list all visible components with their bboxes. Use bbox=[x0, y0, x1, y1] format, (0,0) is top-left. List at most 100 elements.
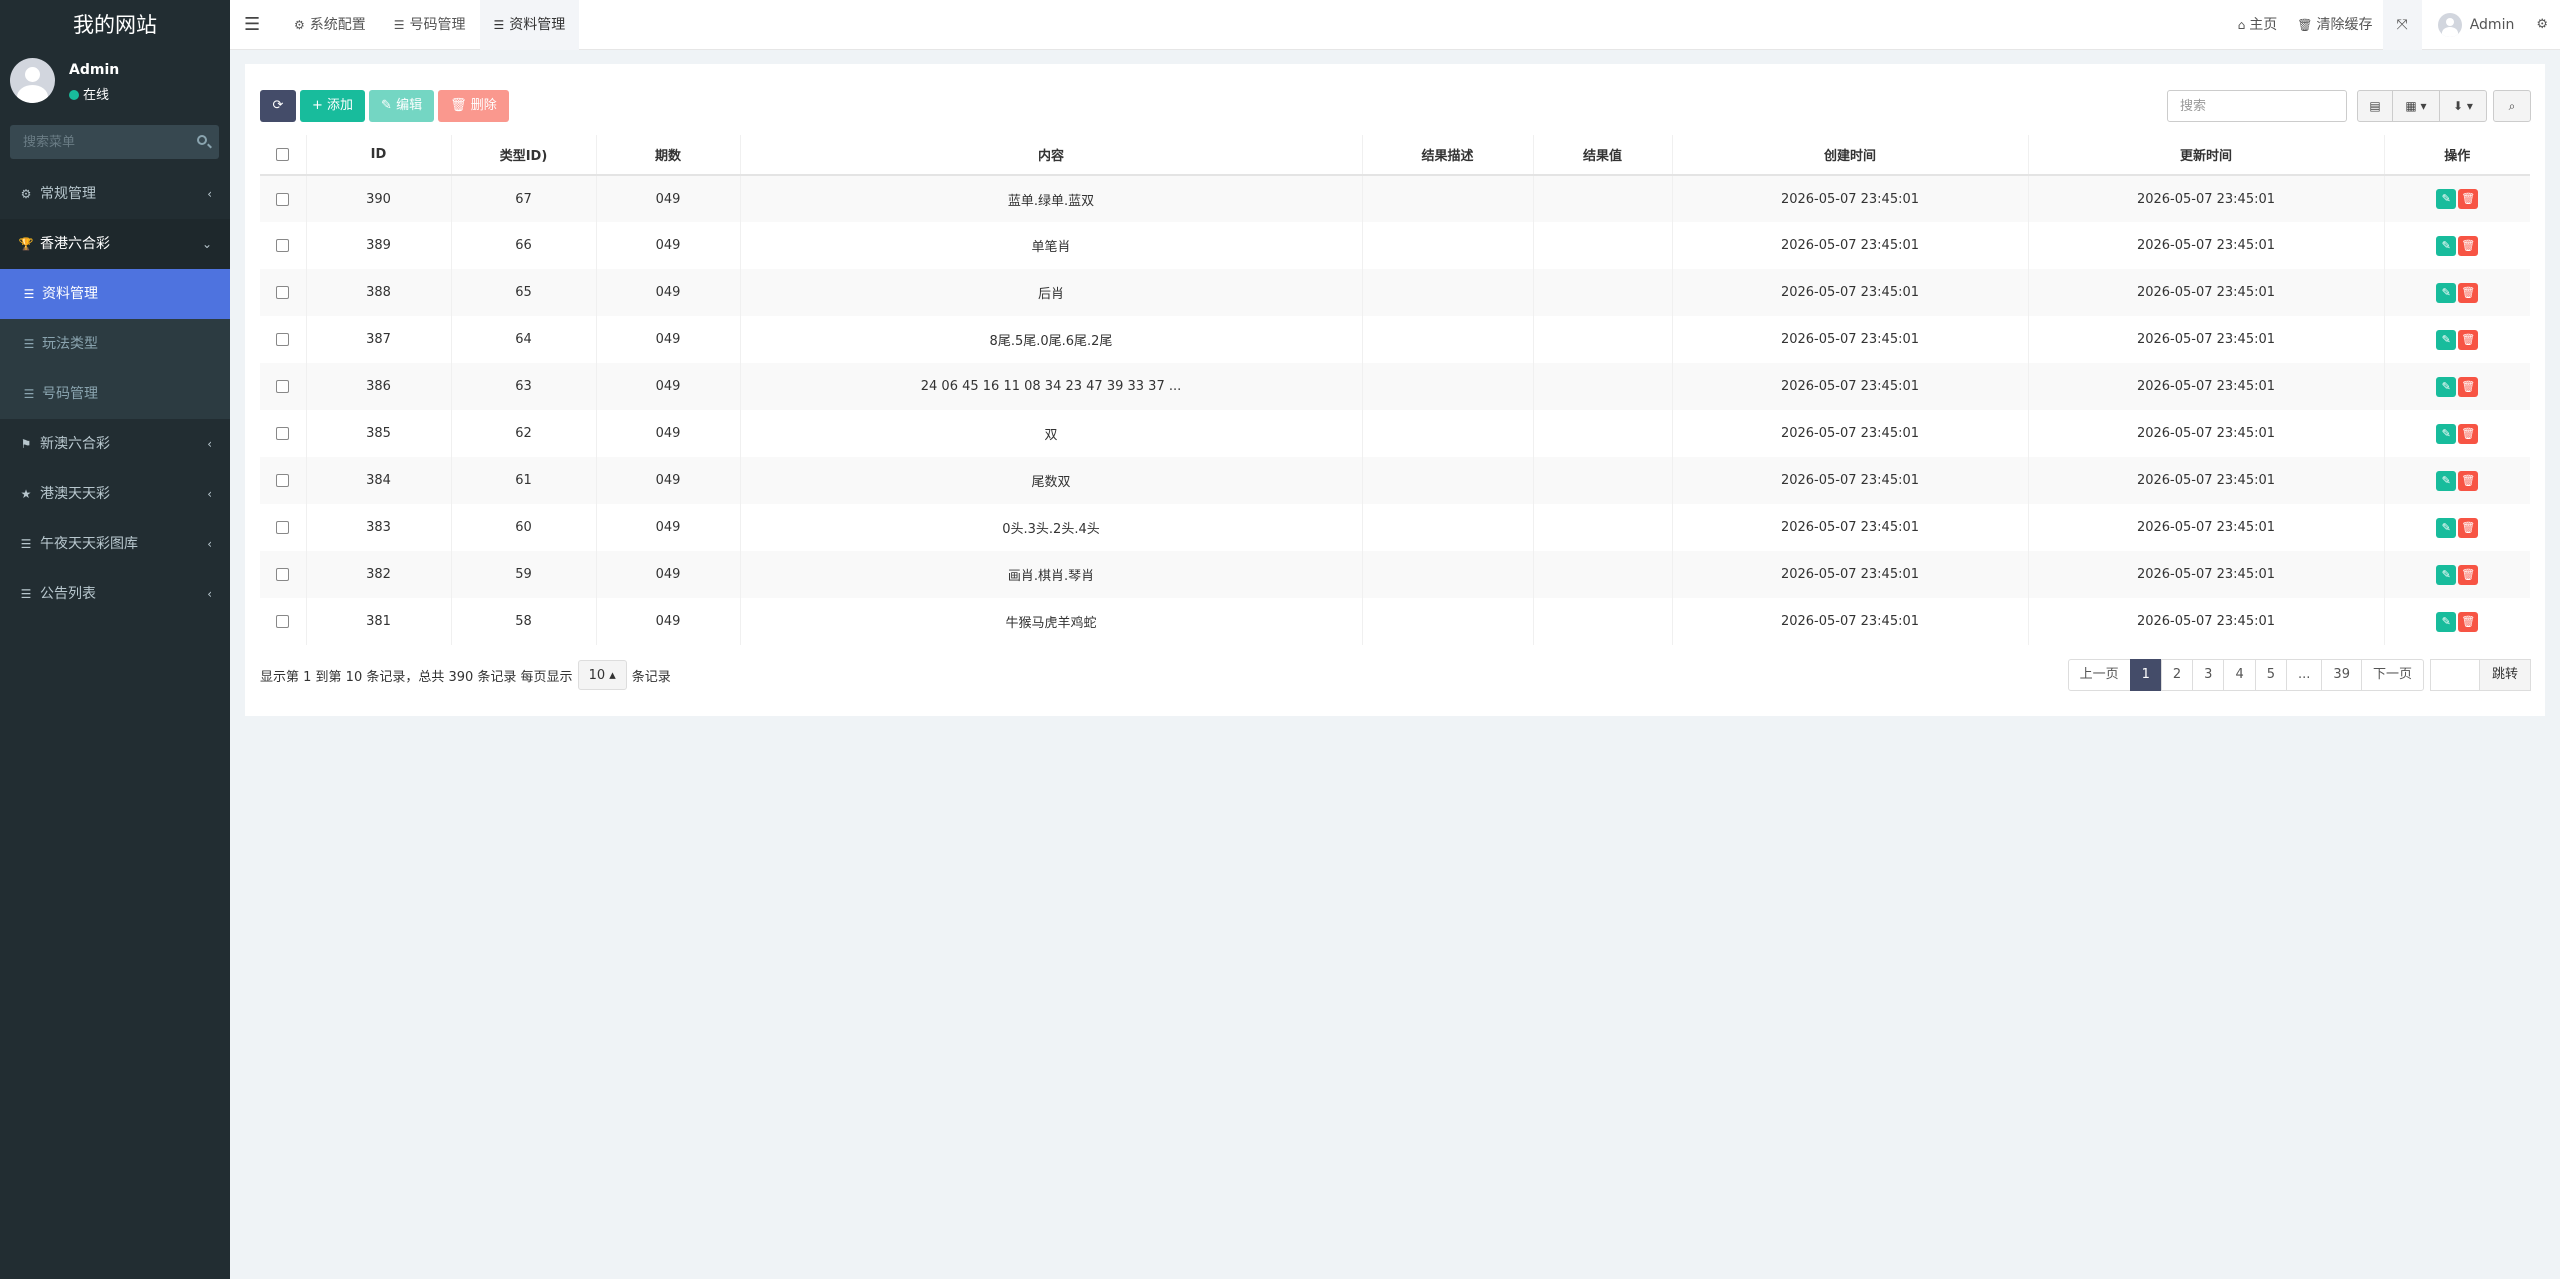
table-row[interactable]: 390 67 049 蓝单.绿单.蓝双 2026-05-07 23:45:01 2026-… bbox=[260, 175, 2530, 222]
row-delete-icon[interactable]: 🗑 bbox=[2458, 189, 2479, 209]
row-delete-icon[interactable]: 🗑 bbox=[2458, 470, 2479, 491]
row-delete-icon[interactable]: 🗑 bbox=[2458, 564, 2479, 585]
add-button[interactable]: + 添加 bbox=[300, 90, 366, 122]
table-row[interactable]: 382 59 049 画肖.棋肖.琴肖 2026-05-07 23:45:01 2026-… bbox=[260, 551, 2530, 598]
row-edit-icon[interactable]: ✎ bbox=[2436, 189, 2457, 209]
page-button[interactable]: 1 bbox=[2129, 659, 2162, 691]
page-button[interactable]: 2 bbox=[2160, 659, 2194, 691]
tab-system-config[interactable]: ⚙ 系统配置 bbox=[280, 0, 380, 50]
sidebar-search-input[interactable] bbox=[10, 125, 219, 159]
row-delete-icon[interactable]: 🗑 bbox=[2458, 611, 2479, 632]
row-edit-icon[interactable]: ✎ bbox=[2436, 282, 2457, 303]
settings-button[interactable]: ⚙ bbox=[2530, 0, 2560, 50]
table-row[interactable]: 387 64 049 8尾.5尾.0尾.6尾.2尾 2026-05-07 23:45:0… bbox=[260, 316, 2530, 363]
col-header[interactable]: 更新时间 bbox=[2027, 135, 2384, 176]
table-search-input[interactable] bbox=[2167, 90, 2347, 122]
row-actions: ✎ 🗑 bbox=[2383, 175, 2530, 222]
row-delete-icon[interactable]: 🗑 bbox=[2458, 517, 2479, 538]
row-checkbox[interactable] bbox=[276, 568, 290, 581]
row-edit-icon[interactable]: ✎ bbox=[2436, 376, 2457, 397]
row-checkbox[interactable] bbox=[276, 286, 290, 299]
col-header[interactable]: 创建时间 bbox=[1671, 135, 2028, 176]
row-checkbox[interactable] bbox=[276, 615, 290, 628]
advanced-search-button[interactable]: ⌕ bbox=[2493, 90, 2531, 122]
toggle-card-view-button[interactable]: ▤ bbox=[2357, 90, 2393, 122]
table-row[interactable]: 388 65 049 后肖 2026-05-07 23:45:01 2026-05-07 … bbox=[260, 269, 2530, 316]
table-row[interactable]: 383 60 049 0头.3头.2头.4头 2026-05-07 23:45:01 20… bbox=[260, 504, 2530, 551]
select-all-checkbox[interactable] bbox=[276, 148, 290, 161]
row-checkbox[interactable] bbox=[276, 380, 290, 393]
col-header[interactable]: 内容 bbox=[739, 135, 1362, 176]
home-link[interactable]: ⌂ 主页 bbox=[2228, 0, 2288, 50]
page-button[interactable]: 39 bbox=[2321, 659, 2362, 691]
search-icon[interactable] bbox=[197, 135, 207, 145]
col-header[interactable]: 结果值 bbox=[1532, 135, 1672, 176]
tab-data-manage[interactable]: ☰ 资料管理 bbox=[479, 0, 580, 50]
row-delete-icon[interactable]: 🗑 bbox=[2458, 329, 2479, 350]
sidebar-item-notice[interactable]: ☰ 公告列表 ‹ bbox=[0, 569, 230, 619]
fullscreen-button[interactable]: ⤧ bbox=[2382, 0, 2422, 50]
table-row[interactable]: 381 58 049 牛猴马虎羊鸡蛇 2026-05-07 23:45:01 2026-0… bbox=[260, 598, 2530, 645]
export-dropdown-button[interactable]: ⬇ ▾ bbox=[2439, 90, 2487, 122]
page-button[interactable]: 3 bbox=[2192, 659, 2225, 691]
row-edit-icon[interactable]: ✎ bbox=[2436, 564, 2457, 585]
prev-page-button[interactable]: 上一页 bbox=[2067, 659, 2131, 691]
sidebar-item-hkmacau[interactable]: ★ 港澳天天彩 ‹ bbox=[0, 469, 230, 519]
table-row[interactable]: 384 61 049 尾数双 2026-05-07 23:45:01 2026-05-07… bbox=[260, 457, 2530, 504]
jump-page-input[interactable] bbox=[2429, 659, 2480, 691]
row-checkbox[interactable] bbox=[276, 474, 290, 487]
menu-toggle-icon[interactable]: ☰ bbox=[244, 0, 260, 50]
cell-value bbox=[1532, 457, 1672, 504]
sidebar-item-hk[interactable]: 🏆 香港六合彩 ⌄ bbox=[0, 219, 230, 269]
sidebar-item-macau[interactable]: ⚑ 新澳六合彩 ‹ bbox=[0, 419, 230, 469]
cell-period: 049 bbox=[595, 363, 740, 410]
cell-desc bbox=[1361, 175, 1533, 222]
row-delete-icon[interactable]: 🗑 bbox=[2458, 282, 2479, 303]
row-edit-icon[interactable]: ✎ bbox=[2436, 329, 2457, 350]
row-checkbox[interactable] bbox=[276, 239, 290, 252]
sidebar-item-general[interactable]: ⚙ 常规管理 ‹ bbox=[0, 169, 230, 219]
edit-button[interactable]: ✎ 编辑 bbox=[369, 90, 435, 122]
page-button[interactable]: 5 bbox=[2254, 659, 2288, 691]
sidebar-subitem-number[interactable]: ☰ 号码管理 bbox=[0, 369, 230, 419]
row-edit-icon[interactable]: ✎ bbox=[2436, 611, 2457, 632]
row-delete-icon[interactable]: 🗑 bbox=[2458, 423, 2479, 444]
col-header[interactable]: 期数 bbox=[595, 135, 740, 176]
row-select-cell bbox=[260, 363, 306, 410]
tab-number-manage[interactable]: ☰ 号码管理 bbox=[380, 0, 480, 50]
sidebar-subitem-play-type[interactable]: ☰ 玩法类型 bbox=[0, 319, 230, 369]
home-icon: ⌂ bbox=[2237, 18, 2246, 32]
row-delete-icon[interactable]: 🗑 bbox=[2458, 376, 2479, 397]
row-checkbox[interactable] bbox=[276, 192, 290, 206]
table-row[interactable]: 385 62 049 双 2026-05-07 23:45:01 2026-05-07 2… bbox=[260, 410, 2530, 457]
clear-cache-button[interactable]: 🗑 清除缓存 bbox=[2287, 0, 2382, 50]
row-checkbox[interactable] bbox=[276, 521, 290, 534]
row-checkbox[interactable] bbox=[276, 333, 290, 346]
row-edit-icon[interactable]: ✎ bbox=[2436, 235, 2457, 256]
sidebar-item-midnight[interactable]: ☰ 午夜天天彩图库 ‹ bbox=[0, 519, 230, 569]
row-edit-icon[interactable]: ✎ bbox=[2436, 423, 2457, 444]
user-menu[interactable]: Admin bbox=[2422, 0, 2531, 50]
col-header[interactable]: ID bbox=[305, 135, 451, 176]
page-size-select[interactable]: 10 ▴ bbox=[577, 660, 627, 690]
refresh-button[interactable]: ⟳ bbox=[260, 90, 296, 122]
row-delete-icon[interactable]: 🗑 bbox=[2458, 235, 2479, 256]
columns-dropdown-button[interactable]: ▦ ▾ bbox=[2392, 90, 2440, 122]
next-page-button[interactable]: 下一页 bbox=[2360, 659, 2424, 691]
row-edit-icon[interactable]: ✎ bbox=[2436, 470, 2457, 491]
jump-button[interactable]: 跳转 bbox=[2478, 659, 2531, 691]
row-edit-icon[interactable]: ✎ bbox=[2436, 517, 2457, 538]
table-row[interactable]: 389 66 049 单笔肖 2026-05-07 23:45:01 2026-05-07… bbox=[260, 222, 2530, 269]
cell-content: 蓝单.绿单.蓝双 bbox=[739, 175, 1362, 222]
cell-created: 2026-05-07 23:45:01 bbox=[1671, 269, 2028, 316]
sidebar-subitem-data[interactable]: ☰ 资料管理 bbox=[0, 269, 230, 319]
col-header[interactable]: 类型ID) bbox=[450, 135, 596, 176]
table-row[interactable]: 386 63 049 24 06 45 16 11 08 34 23 47 39 33… bbox=[260, 363, 2530, 410]
row-checkbox[interactable] bbox=[276, 427, 290, 440]
cell-id: 389 bbox=[305, 222, 451, 269]
col-header[interactable]: 结果描述 bbox=[1361, 135, 1533, 176]
site-logo[interactable]: 我的网站 bbox=[0, 0, 230, 50]
delete-button[interactable]: 🗑 删除 bbox=[438, 90, 509, 122]
cell-created: 2026-05-07 23:45:01 bbox=[1671, 457, 2028, 504]
page-button[interactable]: 4 bbox=[2223, 659, 2256, 691]
